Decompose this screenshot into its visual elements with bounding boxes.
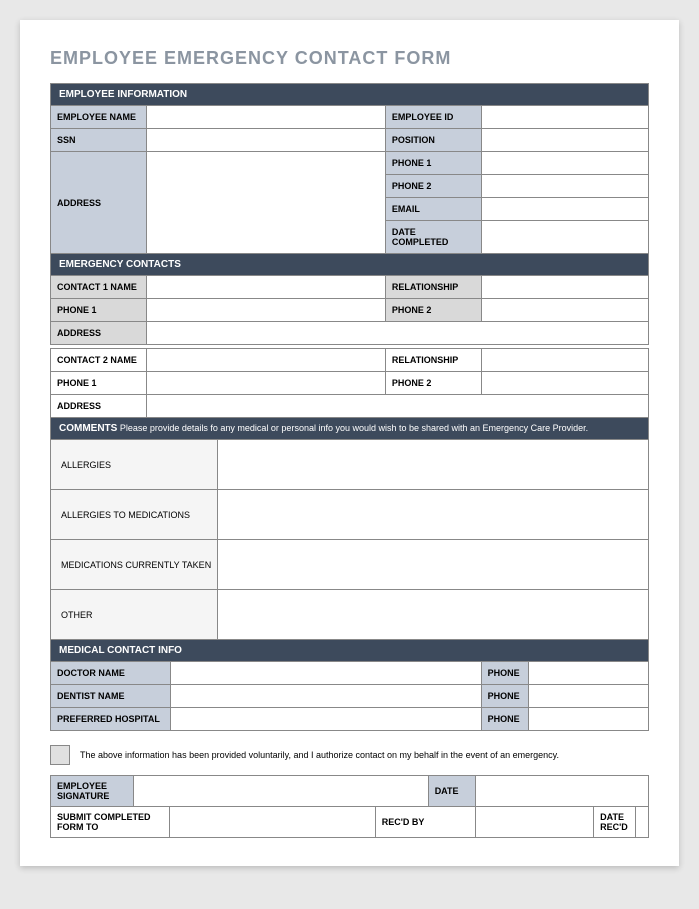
employee-name-label: EMPLOYEE NAME: [51, 106, 147, 129]
contact2-address-label: ADDRESS: [51, 395, 147, 418]
employee-name-input[interactable]: [146, 106, 385, 129]
consent-text: The above information has been provided …: [80, 750, 559, 760]
contact1-phone2-input[interactable]: [481, 299, 648, 322]
signature-input[interactable]: [134, 776, 428, 807]
allergies-meds-label: ALLERGIES TO MEDICATIONS: [51, 490, 218, 540]
employee-id-input[interactable]: [481, 106, 648, 129]
contact1-name-label: CONTACT 1 NAME: [51, 276, 147, 299]
contact2-phone2-label: PHONE 2: [385, 372, 481, 395]
contact2-address-input[interactable]: [146, 395, 648, 418]
hospital-phone-label: PHONE: [481, 708, 529, 731]
date-recd-input[interactable]: [635, 807, 648, 838]
employee-info-header: EMPLOYEE INFORMATION: [51, 84, 649, 106]
form-title: EMPLOYEE EMERGENCY CONTACT FORM: [50, 48, 649, 69]
comments-header: COMMENTS Please provide details fo any m…: [51, 418, 649, 440]
hospital-input[interactable]: [170, 708, 481, 731]
dentist-label: DENTIST NAME: [51, 685, 171, 708]
other-input[interactable]: [218, 590, 649, 640]
employee-id-label: EMPLOYEE ID: [385, 106, 481, 129]
ssn-input[interactable]: [146, 129, 385, 152]
sig-date-input[interactable]: [476, 776, 649, 807]
contact1-phone1-label: PHONE 1: [51, 299, 147, 322]
phone2-label: PHONE 2: [385, 175, 481, 198]
doctor-label: DOCTOR NAME: [51, 662, 171, 685]
contact2-relationship-input[interactable]: [481, 349, 648, 372]
address-label: ADDRESS: [51, 152, 147, 254]
hospital-label: PREFERRED HOSPITAL: [51, 708, 171, 731]
position-label: POSITION: [385, 129, 481, 152]
allergies-meds-input[interactable]: [218, 490, 649, 540]
consent-checkbox[interactable]: [50, 745, 70, 765]
medications-input[interactable]: [218, 540, 649, 590]
email-input[interactable]: [481, 198, 648, 221]
form-page: EMPLOYEE EMERGENCY CONTACT FORM EMPLOYEE…: [20, 20, 679, 866]
contact2-name-input[interactable]: [146, 349, 385, 372]
medical-contact-table: MEDICAL CONTACT INFO DOCTOR NAME PHONE D…: [50, 639, 649, 731]
contact2-phone2-input[interactable]: [481, 372, 648, 395]
contact1-relationship-label: RELATIONSHIP: [385, 276, 481, 299]
medical-header: MEDICAL CONTACT INFO: [51, 640, 649, 662]
dentist-input[interactable]: [170, 685, 481, 708]
phone1-input[interactable]: [481, 152, 648, 175]
date-completed-input[interactable]: [481, 221, 648, 254]
date-completed-label: DATE COMPLETED: [385, 221, 481, 254]
contact2-relationship-label: RELATIONSHIP: [385, 349, 481, 372]
submit-to-input[interactable]: [169, 807, 375, 838]
comments-rest: Please provide details fo any medical or…: [117, 423, 588, 433]
signature-label: EMPLOYEE SIGNATURE: [51, 776, 134, 807]
sig-date-label: DATE: [428, 776, 476, 807]
contact1-phone2-label: PHONE 2: [385, 299, 481, 322]
doctor-input[interactable]: [170, 662, 481, 685]
recd-by-input[interactable]: [476, 807, 594, 838]
contact1-address-label: ADDRESS: [51, 322, 147, 345]
allergies-input[interactable]: [218, 440, 649, 490]
contact2-phone1-label: PHONE 1: [51, 372, 147, 395]
contact1-phone1-input[interactable]: [146, 299, 385, 322]
dentist-phone-input[interactable]: [529, 685, 649, 708]
contact1-address-input[interactable]: [146, 322, 648, 345]
contact1-name-input[interactable]: [146, 276, 385, 299]
other-label: OTHER: [51, 590, 218, 640]
emergency-contacts-table: EMERGENCY CONTACTS CONTACT 1 NAME RELATI…: [50, 253, 649, 418]
doctor-phone-input[interactable]: [529, 662, 649, 685]
date-recd-label: DATE REC'D: [594, 807, 636, 838]
ssn-label: SSN: [51, 129, 147, 152]
comments-bold: COMMENTS: [59, 423, 117, 434]
email-label: EMAIL: [385, 198, 481, 221]
position-input[interactable]: [481, 129, 648, 152]
signature-table: EMPLOYEE SIGNATURE DATE SUBMIT COMPLETED…: [50, 775, 649, 838]
allergies-label: ALLERGIES: [51, 440, 218, 490]
emergency-contacts-header: EMERGENCY CONTACTS: [51, 254, 649, 276]
phone1-label: PHONE 1: [385, 152, 481, 175]
contact1-relationship-input[interactable]: [481, 276, 648, 299]
medications-label: MEDICATIONS CURRENTLY TAKEN: [51, 540, 218, 590]
dentist-phone-label: PHONE: [481, 685, 529, 708]
hospital-phone-input[interactable]: [529, 708, 649, 731]
phone2-input[interactable]: [481, 175, 648, 198]
employee-info-table: EMPLOYEE INFORMATION EMPLOYEE NAME EMPLO…: [50, 83, 649, 254]
submit-to-label: SUBMIT COMPLETED FORM TO: [51, 807, 170, 838]
doctor-phone-label: PHONE: [481, 662, 529, 685]
contact2-phone1-input[interactable]: [146, 372, 385, 395]
recd-by-label: REC'D BY: [375, 807, 476, 838]
address-input[interactable]: [146, 152, 385, 254]
consent-row: The above information has been provided …: [50, 745, 649, 765]
contact2-name-label: CONTACT 2 NAME: [51, 349, 147, 372]
comments-table: COMMENTS Please provide details fo any m…: [50, 417, 649, 640]
